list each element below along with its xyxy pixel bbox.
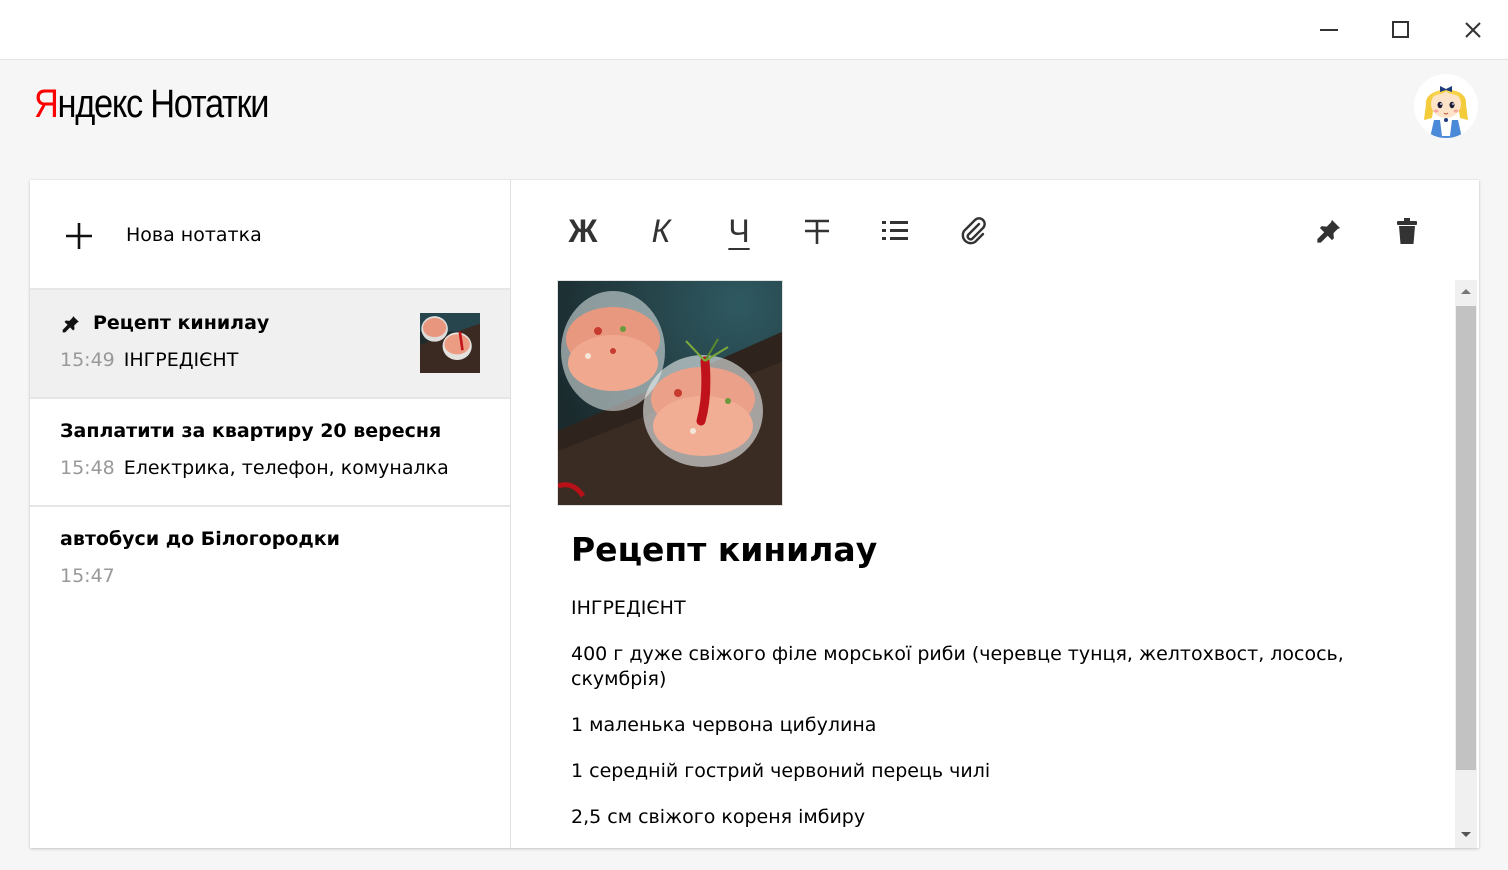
maximize-button[interactable] bbox=[1366, 0, 1436, 59]
note-meta: 15:49 ІНГРЕДІЄНТ bbox=[60, 347, 238, 373]
close-icon bbox=[1465, 21, 1481, 38]
note-heading: Рецепт кинилау bbox=[571, 530, 878, 569]
avatar-girl-icon bbox=[1414, 74, 1478, 138]
pin-icon bbox=[62, 316, 79, 333]
note-paragraph: 1 маленька червона цибулина bbox=[571, 714, 877, 736]
note-thumbnail bbox=[420, 313, 480, 373]
trash-icon bbox=[1397, 218, 1417, 244]
food-photo bbox=[558, 281, 782, 505]
scroll-up-button[interactable] bbox=[1455, 282, 1477, 300]
note-list-item[interactable]: Заплатити за квартиру 20 вересня 15:48 Ел… bbox=[30, 398, 510, 507]
scroll-down-button[interactable] bbox=[1455, 826, 1477, 844]
pin-icon bbox=[1317, 219, 1341, 243]
new-note-button[interactable]: Нова нотатка bbox=[30, 180, 510, 290]
logo-brand: Яндекс bbox=[34, 82, 143, 126]
plus-icon bbox=[66, 223, 92, 249]
pin-note-button[interactable] bbox=[1307, 209, 1351, 253]
delete-note-button[interactable] bbox=[1385, 209, 1429, 253]
paperclip-icon bbox=[961, 217, 986, 245]
note-editor: Ж К Ч Рецепт кинилау ІНГРЕДІЄНТ 400 г ду… bbox=[511, 180, 1479, 848]
app-logo[interactable]: Яндекс Нотатки bbox=[34, 80, 269, 128]
note-list-item[interactable]: автобуси до Білогородки 15:47 bbox=[30, 506, 510, 613]
chevron-up-icon bbox=[1461, 289, 1471, 294]
maximize-icon bbox=[1392, 20, 1409, 38]
strikethrough-button[interactable] bbox=[795, 209, 839, 253]
note-paragraph: 1 середній гострий червоний перець чилі bbox=[571, 760, 991, 782]
note-paragraph: ІНГРЕДІЄНТ bbox=[571, 597, 686, 619]
scrollbar-thumb[interactable] bbox=[1456, 306, 1476, 770]
editor-scrollbar[interactable] bbox=[1455, 280, 1477, 848]
note-content[interactable]: Рецепт кинилау ІНГРЕДІЄНТ 400 г дуже сві… bbox=[557, 280, 1437, 848]
note-title: Рецепт кинилау bbox=[93, 312, 270, 334]
logo-product: Нотатки bbox=[150, 82, 269, 126]
notes-panel: Нова нотатка Рецепт кинилау 15:49 ІНГРЕДІ… bbox=[30, 180, 1479, 848]
chevron-down-icon bbox=[1461, 832, 1471, 837]
new-note-label: Нова нотатка bbox=[126, 224, 262, 246]
italic-button[interactable]: К bbox=[639, 209, 683, 253]
close-button[interactable] bbox=[1438, 0, 1508, 59]
strikethrough-icon bbox=[805, 219, 829, 244]
minimize-icon bbox=[1320, 28, 1338, 31]
minimize-button[interactable] bbox=[1294, 0, 1364, 59]
bullet-list-button[interactable] bbox=[873, 209, 917, 253]
notes-sidebar: Нова нотатка Рецепт кинилау 15:49 ІНГРЕДІ… bbox=[30, 180, 511, 848]
note-meta: 15:47 bbox=[60, 563, 124, 589]
note-time: 15:48 bbox=[60, 457, 115, 479]
note-time: 15:49 bbox=[60, 349, 115, 371]
bold-button[interactable]: Ж bbox=[561, 209, 605, 253]
attach-button[interactable] bbox=[951, 209, 995, 253]
note-title: автобуси до Білогородки bbox=[60, 528, 340, 550]
note-paragraph: 2,5 см свіжого кореня імбиру bbox=[571, 806, 866, 828]
note-title: Заплатити за квартиру 20 вересня bbox=[60, 420, 442, 442]
title-bar bbox=[0, 0, 1508, 60]
note-time: 15:47 bbox=[60, 565, 115, 587]
note-preview: Електрика, телефон, комуналка bbox=[123, 457, 449, 479]
avatar[interactable] bbox=[1414, 74, 1478, 138]
note-image[interactable] bbox=[557, 280, 783, 506]
format-toolbar: Ж К Ч bbox=[511, 180, 1479, 280]
note-meta: 15:48 Електрика, телефон, комуналка bbox=[60, 455, 449, 481]
note-preview: ІНГРЕДІЄНТ bbox=[123, 349, 239, 371]
note-paragraph: 400 г дуже свіжого філе морської риби (ч… bbox=[571, 643, 1344, 690]
bullet-list-icon bbox=[882, 221, 908, 240]
food-photo-thumbnail bbox=[420, 313, 480, 373]
underline-button[interactable]: Ч bbox=[717, 209, 761, 253]
note-list-item[interactable]: Рецепт кинилау 15:49 ІНГРЕДІЄНТ bbox=[30, 290, 510, 399]
